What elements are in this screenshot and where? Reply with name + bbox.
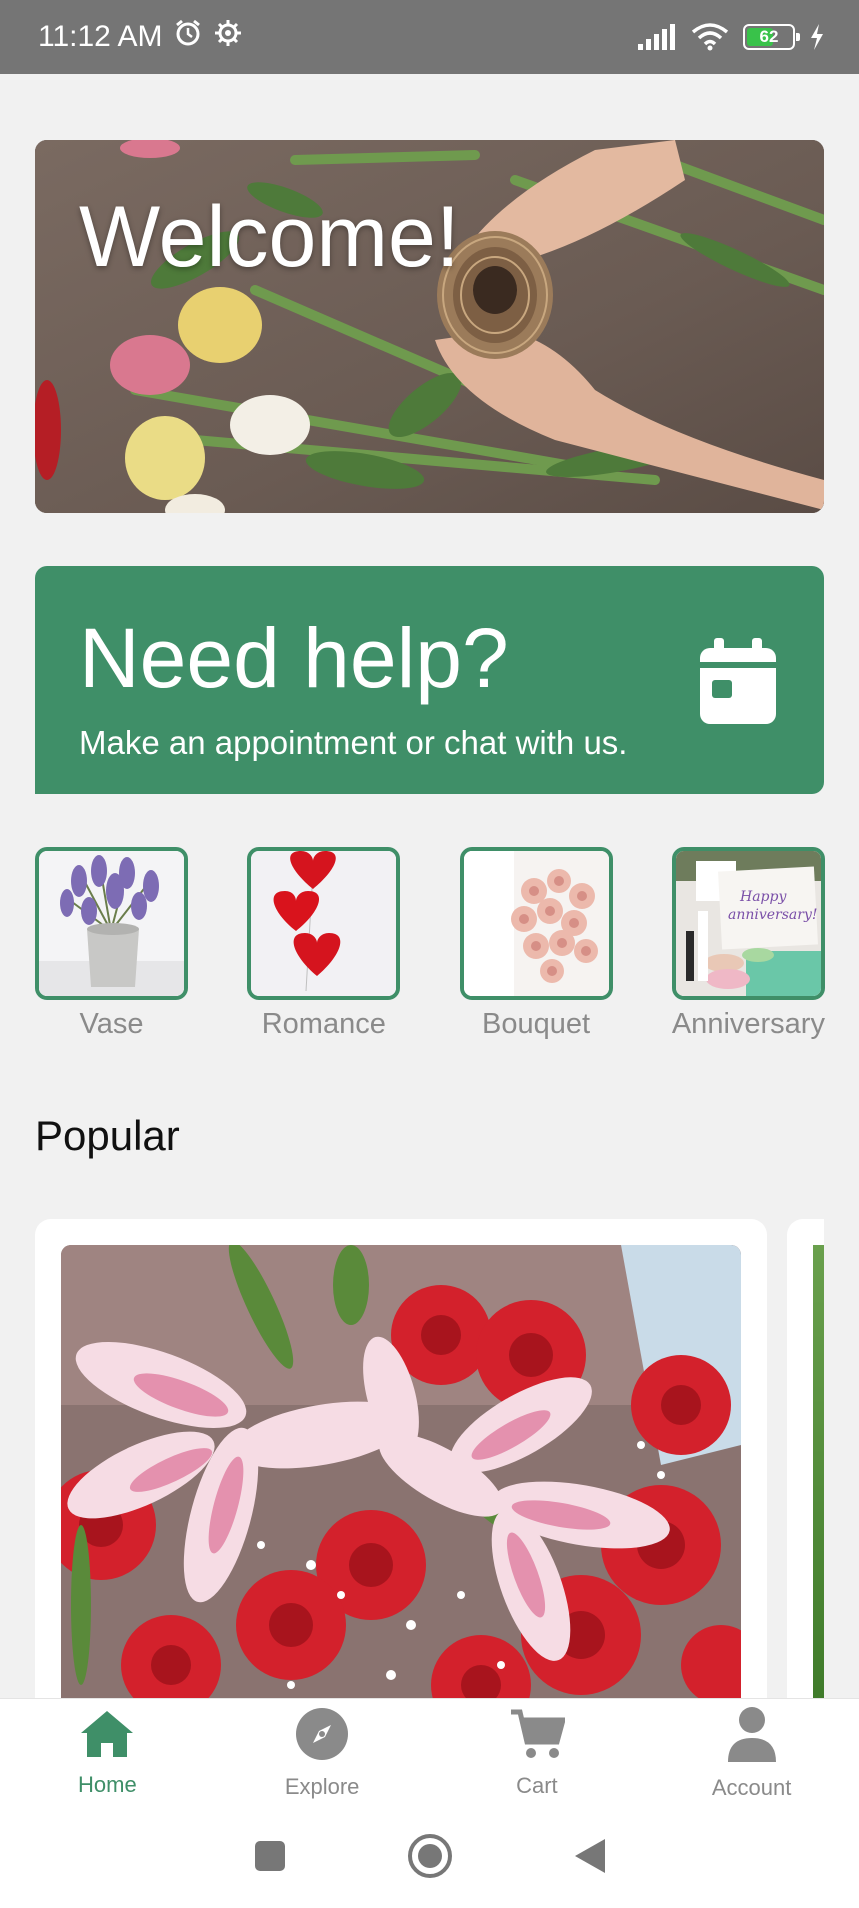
help-subtitle: Make an appointment or chat with us. xyxy=(79,724,628,761)
popular-product-image-next xyxy=(813,1245,824,1699)
help-title: Need help? xyxy=(79,611,509,705)
category-bouquet[interactable]: Bouquet xyxy=(459,847,613,1047)
nav-account-label: Account xyxy=(711,1775,792,1800)
category-label: Anniversary xyxy=(671,1008,825,1040)
nav-home-label: Home xyxy=(78,1772,137,1797)
status-bar: 11:12 AM 62 xyxy=(0,0,859,74)
category-label: Bouquet xyxy=(482,1008,591,1040)
category-bouquet-image xyxy=(459,847,613,1000)
calendar-icon[interactable] xyxy=(700,638,776,729)
charging-icon xyxy=(809,24,825,50)
wifi-icon xyxy=(691,23,729,51)
compass-icon xyxy=(295,1707,349,1766)
nav-cart[interactable]: Cart xyxy=(462,1708,612,1799)
nav-account[interactable]: Account xyxy=(677,1706,827,1801)
help-card[interactable]: Need help? Make an appointment or chat w… xyxy=(35,566,824,794)
status-time: 11:12 AM xyxy=(38,20,163,53)
popular-product-image xyxy=(61,1245,741,1699)
home-icon xyxy=(79,1709,135,1764)
cart-icon xyxy=(509,1708,567,1765)
battery-percentage: 62 xyxy=(759,27,779,46)
alarm-icon xyxy=(173,18,203,56)
category-label: Vase xyxy=(79,1008,144,1040)
bottom-navigation: Home Explore Cart Account xyxy=(0,1698,859,1808)
nav-explore[interactable]: Explore xyxy=(247,1707,397,1800)
back-button[interactable] xyxy=(573,1837,607,1880)
recents-button[interactable] xyxy=(253,1839,287,1878)
category-vase-image xyxy=(35,847,188,1000)
signal-icon xyxy=(637,24,677,50)
category-label: Romance xyxy=(261,1008,386,1040)
nav-home[interactable]: Home xyxy=(32,1709,182,1798)
home-button[interactable] xyxy=(407,1833,453,1884)
popular-product-card-next[interactable] xyxy=(787,1219,824,1699)
category-list: Vase Romance Bouquet Happy anniversary! … xyxy=(35,847,825,1047)
category-vase[interactable]: Vase xyxy=(35,847,188,1047)
nav-explore-label: Explore xyxy=(284,1774,360,1799)
settings-icon xyxy=(213,18,243,56)
category-anniversary[interactable]: Happy anniversary! Anniversary xyxy=(672,847,825,1047)
nav-cart-label: Cart xyxy=(516,1773,558,1798)
popular-section-title: Popular xyxy=(35,1112,180,1159)
battery-icon: 62 xyxy=(743,24,800,50)
system-navigation-bar xyxy=(0,1808,859,1908)
category-romance-image xyxy=(247,847,401,1000)
category-anniversary-image: Happy anniversary! xyxy=(671,847,825,1000)
popular-product-card[interactable] xyxy=(35,1219,767,1699)
category-romance[interactable]: Romance xyxy=(247,847,401,1047)
welcome-title: Welcome! xyxy=(79,189,460,285)
welcome-banner[interactable]: Welcome! xyxy=(35,140,824,513)
account-icon xyxy=(726,1706,778,1767)
